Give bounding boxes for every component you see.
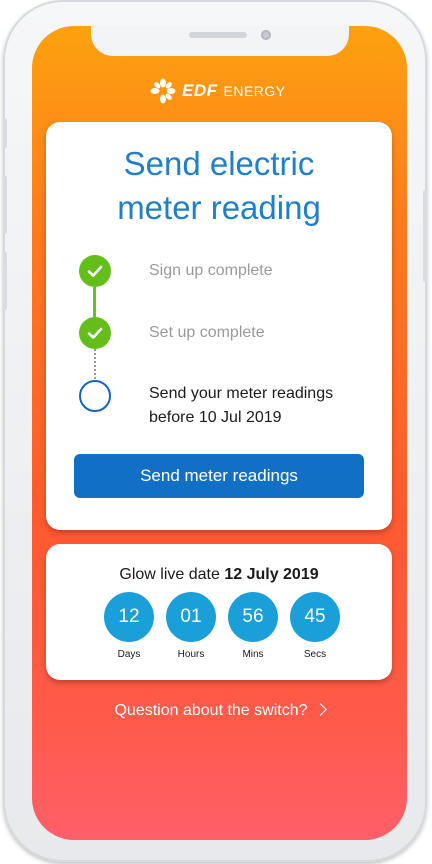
countdown-mins: 56 Mins — [228, 592, 278, 660]
phone-notch — [91, 26, 349, 56]
logo-edf-text: EDF — [182, 81, 218, 100]
volume-down-button — [3, 252, 7, 310]
countdown-days-value: 12 — [104, 592, 154, 642]
edf-energy-logo: EDF ENERGY — [150, 78, 286, 104]
send-meter-readings-button[interactable]: Send meter readings — [74, 454, 364, 498]
app-screen: EDF ENERGY Send electric meter reading S… — [32, 26, 407, 840]
glow-date: 12 July 2019 — [224, 566, 319, 583]
glow-live-date: Glow live date 12 July 2019 — [46, 566, 392, 584]
page-title: Send electric meter reading — [117, 145, 321, 226]
question-link-text: Question about the switch? — [114, 702, 308, 719]
step-connector-solid — [93, 287, 96, 317]
step-2-check-icon — [79, 317, 111, 349]
step-1-check-icon — [79, 255, 111, 287]
countdown-days: 12 Days — [104, 592, 154, 660]
countdown-hours-label: Hours — [177, 649, 205, 660]
volume-up-button — [3, 176, 7, 234]
countdown-hours: 01 Hours — [166, 592, 216, 660]
countdown-timer: 12 Days 01 Hours 56 Mins 45 Secs — [104, 592, 340, 660]
step-3-label: Send your meter readings before 10 Jul 2… — [149, 385, 334, 426]
step-connector-dotted — [94, 349, 96, 379]
countdown-secs-value: 45 — [290, 592, 340, 642]
countdown-days-label: Days — [117, 649, 141, 660]
step-3-pending-icon — [79, 380, 111, 412]
countdown-mins-value: 56 — [228, 592, 278, 642]
power-button — [423, 190, 427, 282]
mute-switch — [3, 118, 7, 148]
question-about-switch-link[interactable]: Question about the switch? — [32, 702, 407, 720]
chevron-right-icon — [313, 703, 327, 716]
step-2-label: Set up complete — [149, 324, 265, 341]
speaker-grille — [189, 32, 247, 38]
logo-energy-text: ENERGY — [223, 83, 286, 99]
countdown-secs-label: Secs — [303, 649, 327, 660]
glow-countdown-card: Glow live date 12 July 2019 12 Days 01 H… — [46, 544, 392, 680]
glow-title-prefix: Glow live date — [119, 566, 220, 583]
countdown-mins-label: Mins — [242, 649, 264, 660]
front-camera-icon — [261, 30, 271, 40]
meter-reading-card: Send electric meter reading Sign up comp… — [46, 122, 392, 530]
countdown-secs: 45 Secs — [290, 592, 340, 660]
edf-sun-icon — [150, 78, 176, 104]
phone-frame: EDF ENERGY Send electric meter reading S… — [3, 0, 427, 862]
step-1-label: Sign up complete — [149, 262, 273, 279]
countdown-hours-value: 01 — [166, 592, 216, 642]
